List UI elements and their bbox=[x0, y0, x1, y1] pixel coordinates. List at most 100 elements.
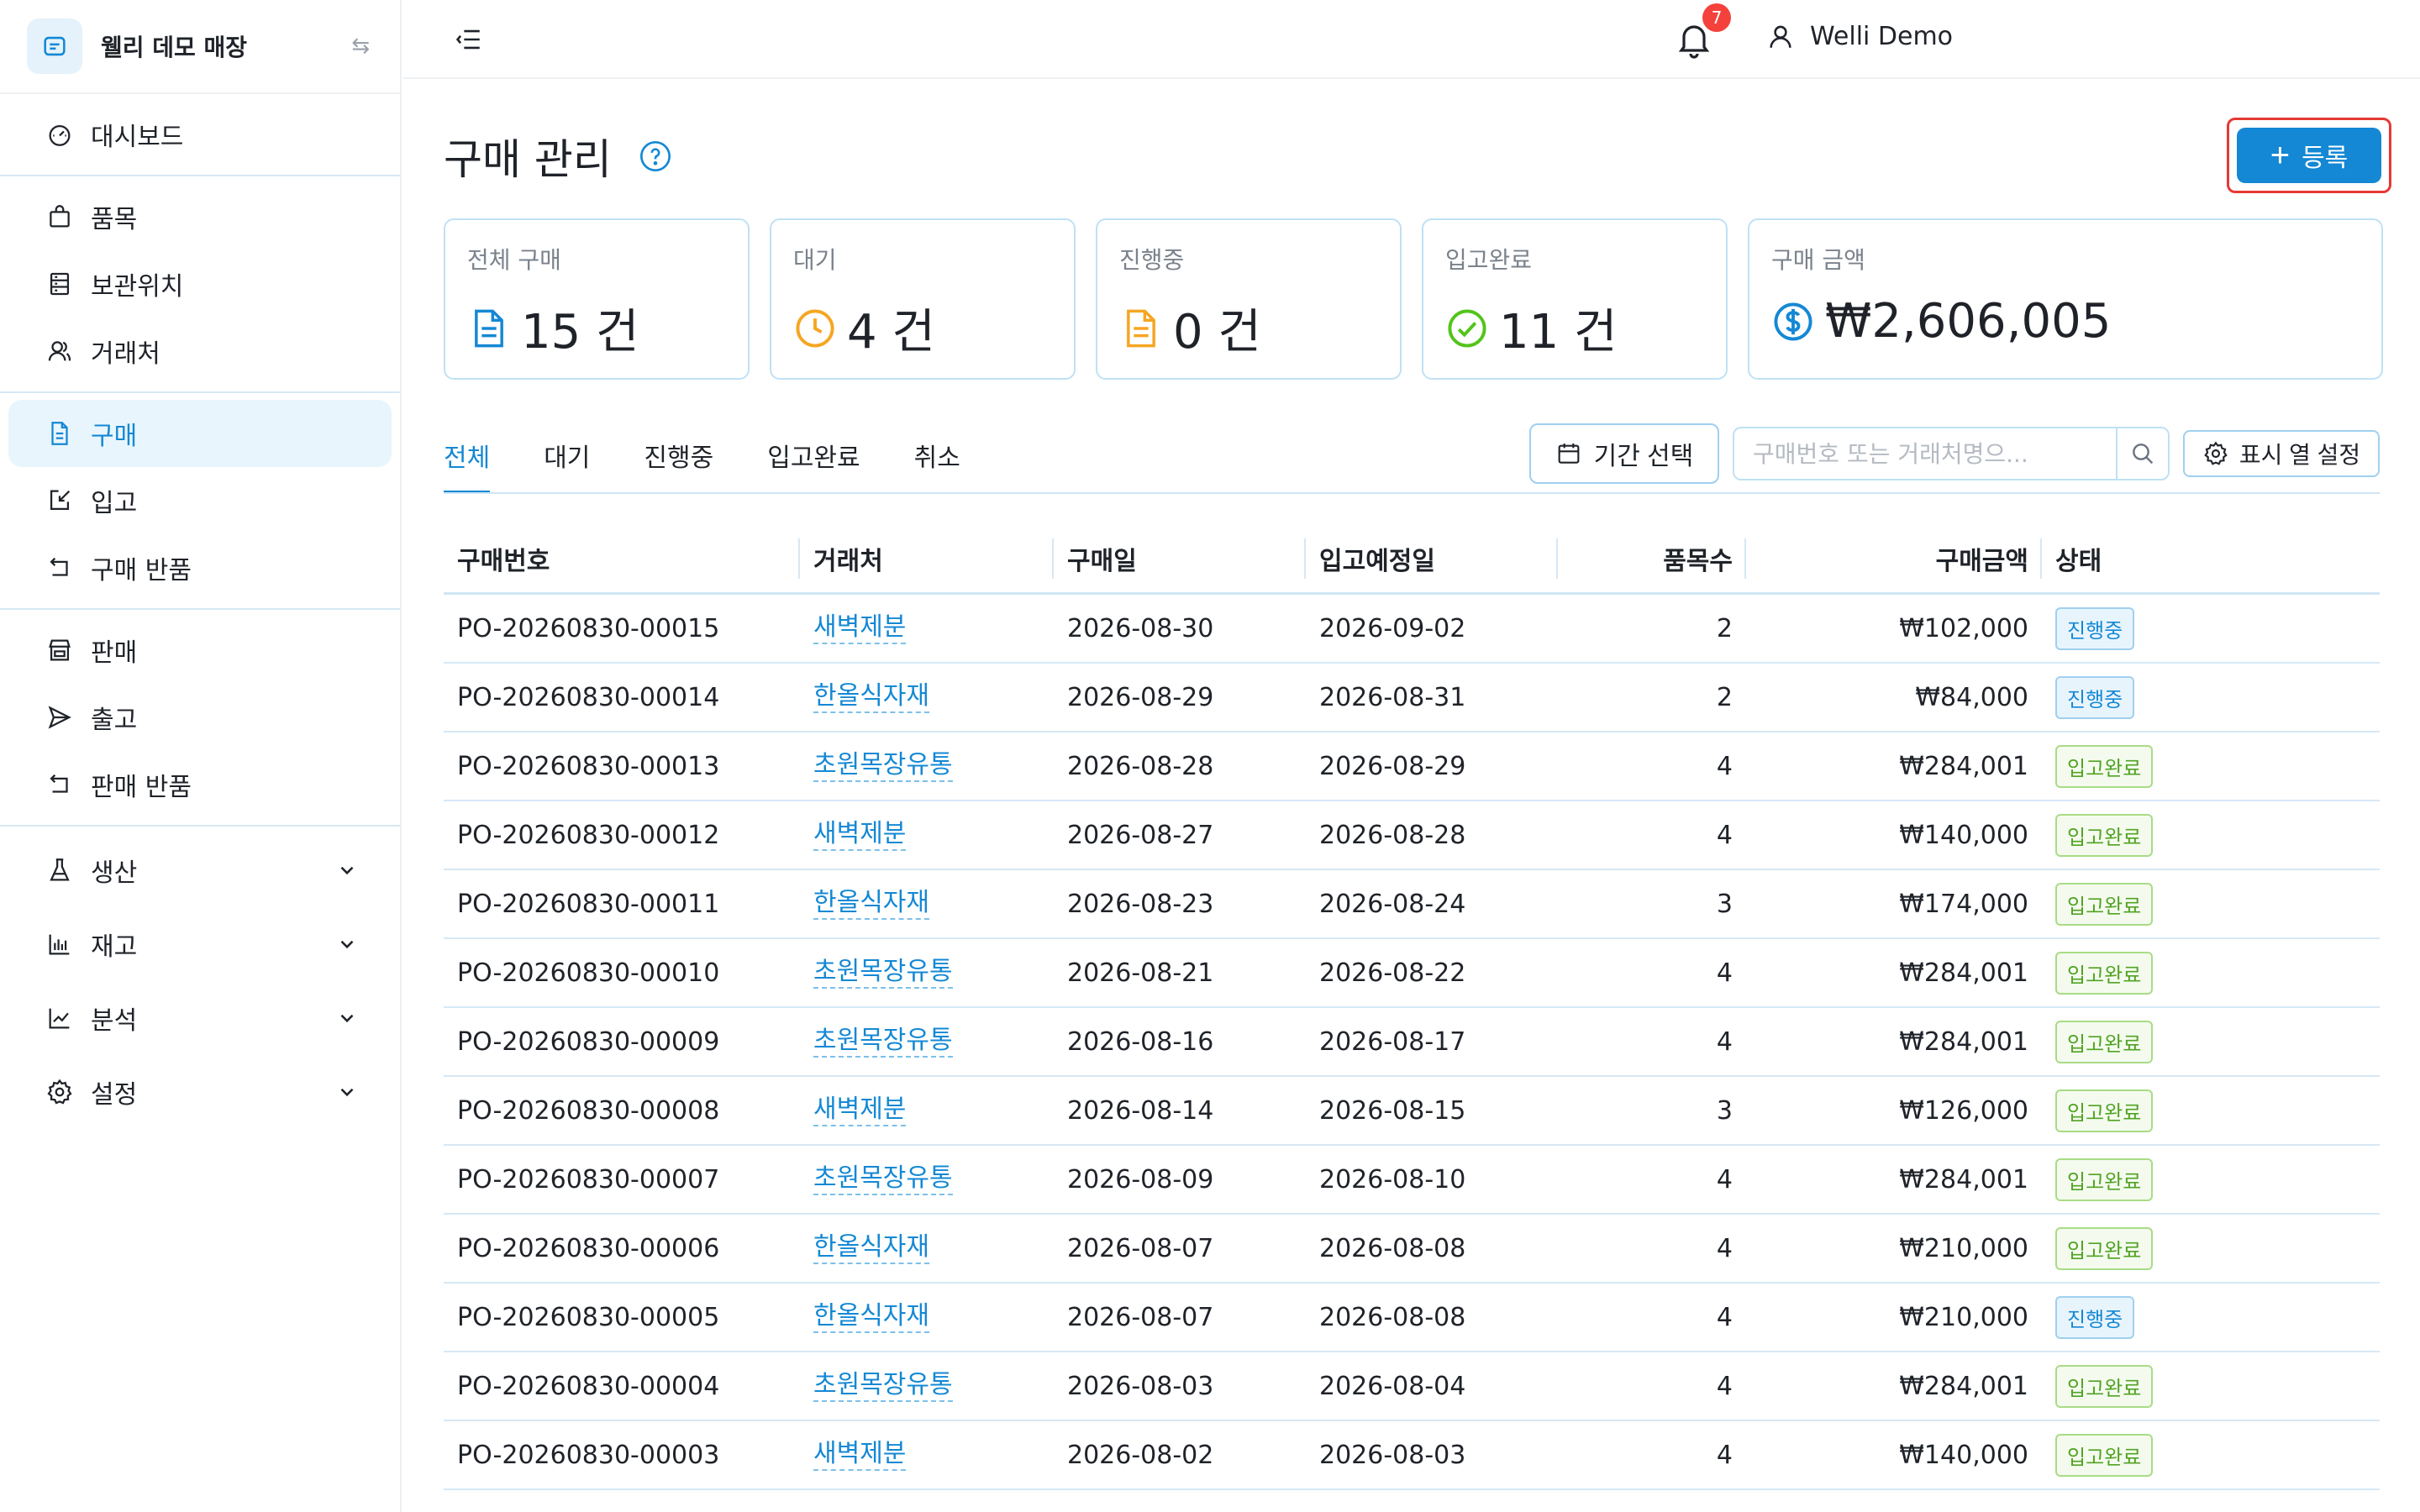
column-header-due-date[interactable]: 입고예정일 bbox=[1306, 523, 1558, 594]
sidebar-item-locations[interactable]: 보관위치 bbox=[8, 250, 392, 318]
sidebar-item-items[interactable]: 품목 bbox=[8, 183, 392, 250]
receive-icon bbox=[50, 490, 71, 511]
nav-group-purchase: 구매 입고 구매 반품 bbox=[0, 393, 400, 610]
column-header-status[interactable]: 상태 bbox=[2042, 523, 2380, 594]
nav-group-sales: 판매 출고 판매 반품 bbox=[0, 610, 400, 827]
status-badge: 입고완료 bbox=[2055, 1089, 2154, 1132]
due-date: 2026-08-15 bbox=[1319, 1095, 1466, 1126]
table-row[interactable]: PO-20260830-00012 새벽제분 2026-08-27 2026-08-2… bbox=[444, 801, 2380, 870]
vendor-cell: 새벽제분 bbox=[800, 1420, 1054, 1489]
column-header-vendor[interactable]: 거래처 bbox=[800, 523, 1054, 594]
search-input[interactable] bbox=[1734, 428, 2116, 479]
purchase-date: 2026-08-03 bbox=[1067, 1371, 1214, 1401]
vendor-link[interactable]: 한올식자재 bbox=[813, 1301, 929, 1333]
status-cell: 진행중 bbox=[2042, 594, 2380, 663]
sidebar-item-sales[interactable]: 판매 bbox=[8, 617, 392, 684]
due-date: 2026-08-28 bbox=[1319, 820, 1466, 850]
table-row[interactable]: PO-20260830-00005 한올식자재 2026-08-07 2026-08-… bbox=[444, 1284, 2380, 1352]
tab-pending[interactable]: 대기 bbox=[544, 425, 590, 494]
swap-icon[interactable]: ⇆ bbox=[351, 34, 370, 59]
top-bar bbox=[403, 0, 2420, 79]
table-row[interactable]: PO-20260830-00006 한올식자재 2026-08-07 2026-08-… bbox=[444, 1215, 2380, 1284]
tab-cancelled[interactable]: 취소 bbox=[914, 425, 960, 494]
table-row[interactable]: PO-20260830-00011 한올식자재 2026-08-23 2026-08-… bbox=[444, 870, 2380, 939]
status-badge: 입고완료 bbox=[2055, 744, 2154, 788]
vendor-link[interactable]: 초원목장유통 bbox=[813, 1370, 953, 1402]
sidebar-item-production[interactable]: 생산 bbox=[8, 833, 392, 907]
date-range-button[interactable]: 기간 선택 bbox=[1529, 423, 1719, 484]
column-header-amount[interactable]: 구매금액 bbox=[1746, 523, 2042, 594]
sidebar-item-shipping[interactable]: 출고 bbox=[8, 684, 392, 751]
sidebar-item-vendors[interactable]: 거래처 bbox=[8, 318, 392, 385]
vendor-link[interactable]: 초원목장유통 bbox=[813, 957, 953, 989]
table-row[interactable]: PO-20260830-00010 초원목장유통 2026-08-21 2026-08… bbox=[444, 939, 2380, 1008]
sidebar-item-stock[interactable]: 재고 bbox=[8, 907, 392, 981]
table-row[interactable]: PO-20260830-00007 초원목장유통 2026-08-09 2026-08… bbox=[444, 1146, 2380, 1215]
vendor-link[interactable]: 새벽제분 bbox=[813, 819, 907, 851]
vendor-link[interactable]: 초원목장유통 bbox=[813, 1026, 953, 1058]
po-number: PO-20260830-00011 bbox=[457, 889, 720, 919]
tab-all[interactable]: 전체 bbox=[444, 425, 491, 494]
purchase-amount: ₩126,000 bbox=[1899, 1095, 2028, 1126]
po-number: PO-20260830-00015 bbox=[457, 613, 720, 643]
tab-in-progress[interactable]: 진행중 bbox=[644, 425, 713, 494]
send-icon bbox=[48, 706, 71, 729]
table-row[interactable]: PO-20260830-00008 새벽제분 2026-08-14 2026-08-1… bbox=[444, 1077, 2380, 1146]
help-icon[interactable] bbox=[639, 139, 672, 173]
purchase-date: 2026-08-02 bbox=[1067, 1440, 1214, 1470]
nav-group-more: 생산 재고 분석 설정 bbox=[0, 827, 400, 1136]
status-badge: 입고완료 bbox=[2055, 813, 2154, 857]
column-header-item-count[interactable]: 품목수 bbox=[1558, 523, 1746, 594]
vendor-cell: 초원목장유통 bbox=[800, 1352, 1054, 1420]
vendor-link[interactable]: 새벽제분 bbox=[813, 1095, 907, 1126]
status-badge: 입고완료 bbox=[2055, 951, 2154, 995]
dollar-icon bbox=[1774, 302, 1812, 341]
sidebar-item-dashboard[interactable]: 대시보드 bbox=[8, 101, 392, 168]
sidebar-item-receiving[interactable]: 입고 bbox=[8, 467, 392, 534]
sidebar-item-sales-return[interactable]: 판매 반품 bbox=[8, 751, 392, 818]
table-row[interactable]: PO-20260830-00013 초원목장유통 2026-08-28 2026-08… bbox=[444, 732, 2380, 801]
sidebar-item-label: 재고 bbox=[91, 932, 138, 962]
sidebar-item-purchase[interactable]: 구매 bbox=[8, 400, 392, 467]
po-number: PO-20260830-00010 bbox=[457, 958, 720, 988]
stat-label: 구매 금액 bbox=[1771, 246, 1865, 274]
register-button[interactable]: + 등록 bbox=[2237, 128, 2381, 183]
vendor-link[interactable]: 한올식자재 bbox=[813, 1232, 929, 1264]
table-row[interactable]: PO-20260830-00015 새벽제분 2026-08-30 2026-09-0… bbox=[444, 595, 2380, 664]
vendor-link[interactable]: 한올식자재 bbox=[813, 888, 929, 920]
bag-icon bbox=[50, 205, 70, 228]
stat-card-total: 전체 구매 15 건 bbox=[444, 218, 750, 380]
item-count: 4 bbox=[1716, 820, 1733, 850]
vendor-link[interactable]: 초원목장유통 bbox=[813, 750, 953, 782]
table-row[interactable]: PO-20260830-00003 새벽제분 2026-08-02 2026-08-0… bbox=[444, 1421, 2380, 1490]
vendor-link[interactable]: 초원목장유통 bbox=[813, 1163, 953, 1195]
tab-received[interactable]: 입고완료 bbox=[767, 425, 860, 494]
user-menu[interactable]: Welli Demo bbox=[1766, 22, 1953, 51]
purchase-amount: ₩284,001 bbox=[1899, 751, 2028, 781]
status-cell: 입고완료 bbox=[2042, 801, 2380, 869]
status-cell: 입고완료 bbox=[2042, 1214, 2380, 1283]
column-header-po[interactable]: 구매번호 bbox=[444, 523, 800, 594]
search-button[interactable] bbox=[2116, 428, 2168, 479]
item-count: 3 bbox=[1716, 1095, 1733, 1126]
sidebar-item-settings[interactable]: 설정 bbox=[8, 1055, 392, 1129]
table-row[interactable]: PO-20260830-00014 한올식자재 2026-08-29 2026-08-… bbox=[444, 664, 2380, 732]
purchase-amount: ₩84,000 bbox=[1915, 682, 2028, 712]
table-row[interactable]: PO-20260830-00009 초원목장유통 2026-08-16 2026-08… bbox=[444, 1008, 2380, 1077]
column-settings-button[interactable]: 표시 열 설정 bbox=[2183, 430, 2380, 477]
status-cell: 진행중 bbox=[2042, 1283, 2380, 1352]
store-switcher[interactable]: 웰리 데모 매장 ⇆ bbox=[0, 0, 400, 94]
sidebar-item-analytics[interactable]: 분석 bbox=[8, 981, 392, 1055]
vendor-link[interactable]: 한올식자재 bbox=[813, 681, 929, 713]
sidebar-item-purchase-return[interactable]: 구매 반품 bbox=[8, 534, 392, 601]
table-row[interactable]: PO-20260830-00004 초원목장유통 2026-08-03 2026-08… bbox=[444, 1352, 2380, 1421]
vendor-link[interactable]: 새벽제분 bbox=[813, 612, 907, 644]
sidebar-item-label: 입고 bbox=[91, 489, 138, 518]
column-header-date[interactable]: 구매일 bbox=[1054, 523, 1306, 594]
stat-value: 0 건 bbox=[1173, 305, 1261, 360]
store-name: 웰리 데모 매장 bbox=[101, 34, 248, 61]
vendor-link[interactable]: 새벽제분 bbox=[813, 1439, 907, 1471]
menu-collapse-icon[interactable] bbox=[454, 25, 484, 54]
status-cell: 입고완료 bbox=[2042, 869, 2380, 938]
shop-icon bbox=[49, 639, 71, 661]
